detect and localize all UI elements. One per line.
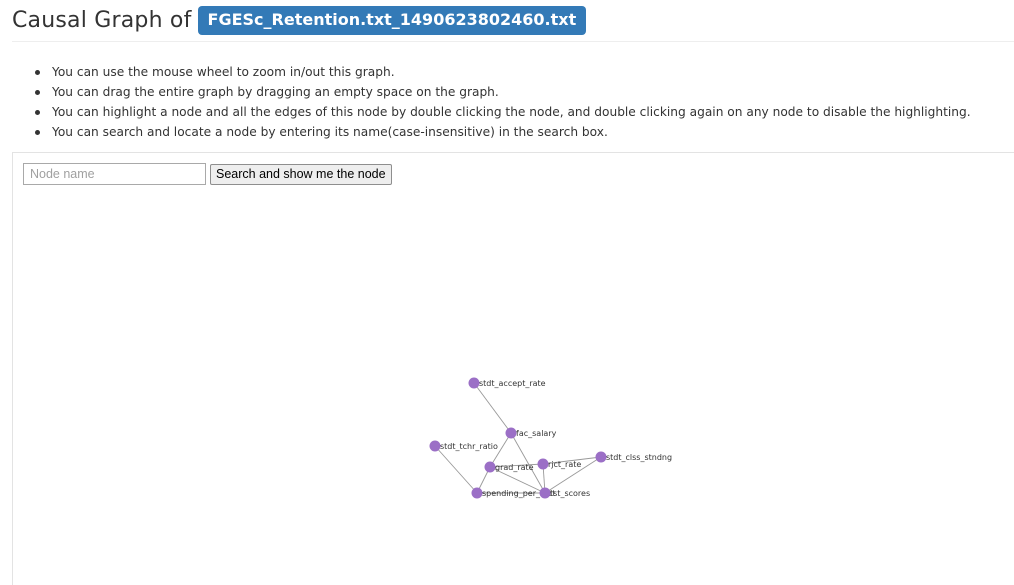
graph-node[interactable]: tst_scores (539, 487, 591, 499)
file-name-label: FGESc_Retention.txt_1490623802460.txt (197, 5, 587, 35)
graph-node-circle[interactable] (505, 427, 517, 439)
graph-node[interactable]: stdt_clss_stndng (595, 451, 673, 463)
graph-node[interactable]: rjct_rate (537, 458, 582, 470)
graph-node[interactable]: stdt_tchr_ratio (429, 440, 498, 452)
graph-node-label: stdt_clss_stndng (606, 453, 672, 462)
page-header: Causal Graph of FGESc_Retention.txt_1490… (12, 4, 587, 36)
graph-node-label: rjct_rate (548, 460, 581, 469)
graph-node-label: grad_rate (495, 463, 534, 472)
instruction-item: You can highlight a node and all the edg… (35, 102, 971, 122)
graph-canvas[interactable] (12, 152, 1014, 585)
graph-node[interactable]: grad_rate (484, 461, 534, 473)
search-node-button[interactable]: Search and show me the node (210, 164, 392, 185)
page-title: Causal Graph of (12, 7, 192, 33)
graph-node-circle[interactable] (468, 377, 480, 389)
bullet-icon (35, 70, 40, 75)
graph-node-label: tst_scores (550, 489, 590, 498)
instruction-item: You can drag the entire graph by draggin… (35, 82, 971, 102)
instruction-item: You can search and locate a node by ente… (35, 122, 971, 142)
graph-node-circle[interactable] (539, 487, 551, 499)
causal-graph-page: Causal Graph of FGESc_Retention.txt_1490… (0, 0, 1014, 585)
node-search-input[interactable] (23, 163, 206, 185)
graph-node-label: fac_salary (516, 429, 557, 438)
graph-node-circle[interactable] (595, 451, 607, 463)
instructions-list: You can use the mouse wheel to zoom in/o… (35, 62, 971, 142)
graph-node-circle[interactable] (537, 458, 549, 470)
graph-node-label: stdt_tchr_ratio (440, 442, 498, 451)
graph-node[interactable]: stdt_accept_rate (468, 377, 546, 389)
bullet-icon (35, 90, 40, 95)
instruction-item: You can use the mouse wheel to zoom in/o… (35, 62, 971, 82)
graph-node-label: stdt_accept_rate (479, 379, 546, 388)
bullet-icon (35, 110, 40, 115)
graph-node-circle[interactable] (484, 461, 496, 473)
bullet-icon (35, 130, 40, 135)
graph-node-circle[interactable] (429, 440, 441, 452)
graph-node-circle[interactable] (471, 487, 483, 499)
graph-node[interactable]: fac_salary (505, 427, 557, 439)
header-divider (12, 41, 1014, 42)
